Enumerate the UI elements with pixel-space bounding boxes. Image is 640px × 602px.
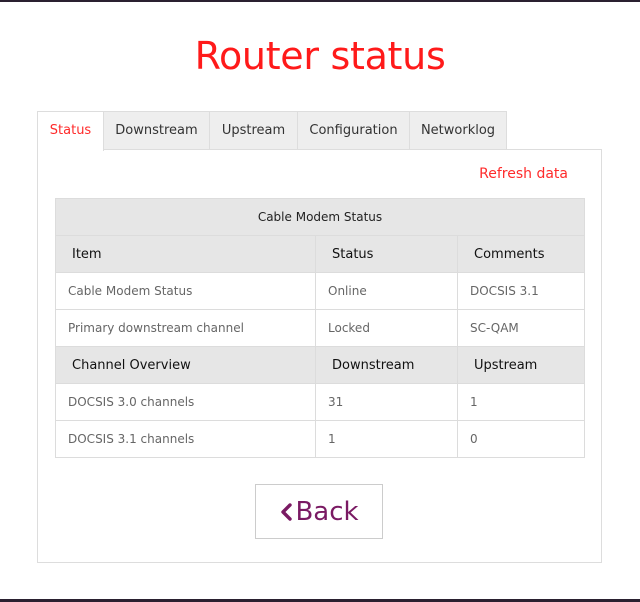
table-cell: DOCSIS 3.1 channels <box>55 420 316 458</box>
table-row: Cable Modem Status Online DOCSIS 3.1 <box>55 272 585 310</box>
tab-upstream[interactable]: Upstream <box>209 111 298 150</box>
status-panel: Refresh data Cable Modem Status Item Sta… <box>37 149 602 563</box>
refresh-data-link[interactable]: Refresh data <box>479 166 568 182</box>
table-cell: DOCSIS 3.1 <box>457 272 585 310</box>
channel-overview-header-row: Channel Overview Downstream Upstream <box>55 346 585 384</box>
column-header-channel-overview: Channel Overview <box>55 346 316 384</box>
chevron-left-icon <box>281 502 293 521</box>
cable-modem-status-table: Cable Modem Status Item Status Comments … <box>55 198 585 458</box>
table-cell: SC-QAM <box>457 309 585 347</box>
tab-bar: Status Downstream Upstream Configuration… <box>37 111 507 151</box>
table-row: DOCSIS 3.1 channels 1 0 <box>55 420 585 458</box>
window-top-border <box>0 0 640 2</box>
table-cell: 1 <box>457 383 585 421</box>
column-header-status: Status <box>315 235 458 273</box>
page-title: Router status <box>194 34 446 78</box>
column-header-item: Item <box>55 235 316 273</box>
table-cell: DOCSIS 3.0 channels <box>55 383 316 421</box>
table-cell: 31 <box>315 383 458 421</box>
tab-networklog[interactable]: Networklog <box>409 111 507 150</box>
tab-status[interactable]: Status <box>37 111 104 151</box>
table-cell: Cable Modem Status <box>55 272 316 310</box>
back-button[interactable]: Back <box>255 484 383 539</box>
table-cell: Online <box>315 272 458 310</box>
table-row: Primary downstream channel Locked SC-QAM <box>55 309 585 347</box>
table-caption: Cable Modem Status <box>55 198 585 236</box>
table-caption-row: Cable Modem Status <box>55 198 585 236</box>
table-cell: 0 <box>457 420 585 458</box>
column-header-downstream: Downstream <box>315 346 458 384</box>
table-header-row: Item Status Comments <box>55 235 585 273</box>
table-row: DOCSIS 3.0 channels 31 1 <box>55 383 585 421</box>
table-cell: 1 <box>315 420 458 458</box>
tab-downstream[interactable]: Downstream <box>103 111 210 150</box>
table-cell: Primary downstream channel <box>55 309 316 347</box>
tab-configuration[interactable]: Configuration <box>297 111 410 150</box>
column-header-upstream: Upstream <box>457 346 585 384</box>
column-header-comments: Comments <box>457 235 585 273</box>
back-button-label: Back <box>295 496 359 527</box>
table-cell: Locked <box>315 309 458 347</box>
